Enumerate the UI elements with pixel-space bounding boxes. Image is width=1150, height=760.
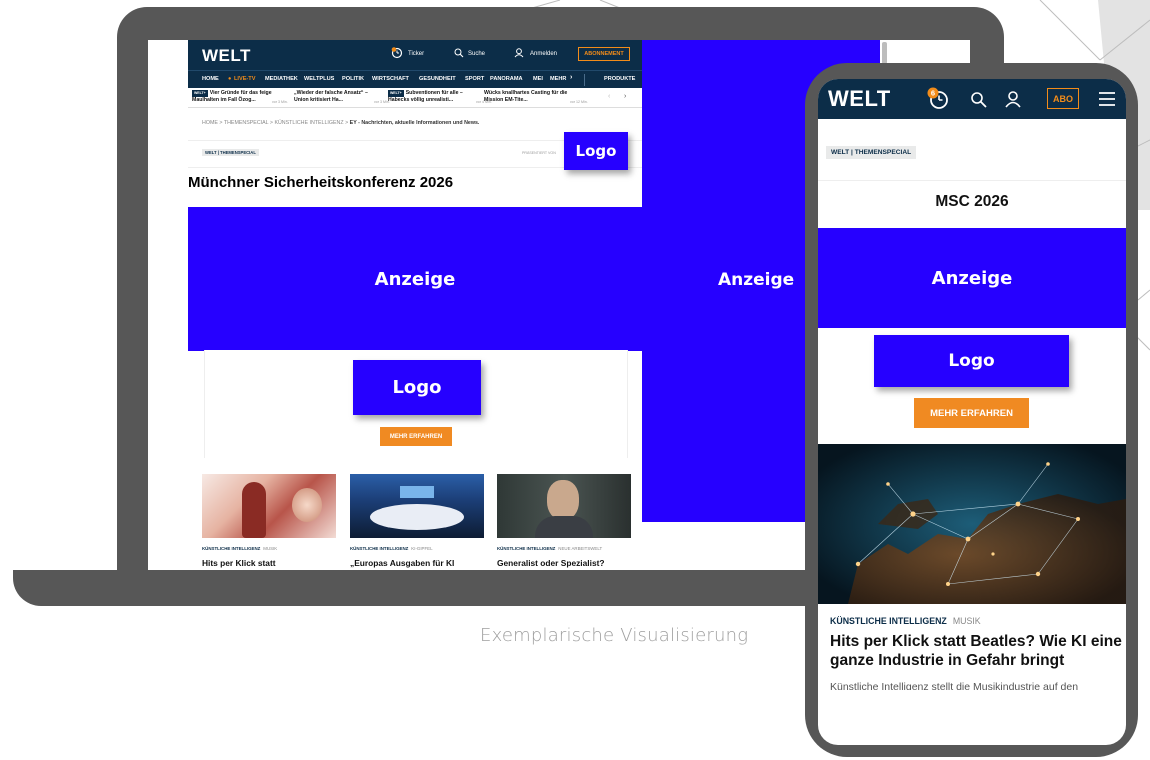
skyscraper-ad-label: Anzeige xyxy=(718,270,795,290)
nav-item-gesundheit[interactable]: GESUNDHEIT xyxy=(419,76,456,82)
themenspecial-chip: WELT | THEMENSPECIAL xyxy=(202,149,259,156)
nav-divider xyxy=(584,74,585,86)
ticker-link[interactable]: Ticker xyxy=(408,51,424,57)
card-image-music[interactable] xyxy=(202,474,336,538)
breadcrumb-current: EY - Nachrichten, aktuelle Informationen… xyxy=(349,120,480,126)
clock-icon[interactable] xyxy=(391,47,403,59)
nav-item-sport[interactable]: SPORT xyxy=(465,76,484,82)
nav-item-mehr[interactable]: MEHR xyxy=(550,76,566,82)
abo-button[interactable]: ABO xyxy=(1047,88,1079,109)
card-category[interactable]: KÜNSTLICHE INTELLIGENZ MUSIK xyxy=(202,546,277,551)
themenspecial-chip: WELT | THEMENSPECIAL xyxy=(826,146,917,159)
article-category[interactable]: KÜNSTLICHE INTELLIGENZ MUSIK xyxy=(830,616,981,626)
presented-by-label: PRÄSENTIERT VON xyxy=(522,151,556,155)
mobile-header: WELT 6 ABO xyxy=(818,79,1126,119)
clock-icon[interactable]: 6 xyxy=(926,87,950,111)
news-ticker: WELT+ Vier Gründe für das feige Maulhalte… xyxy=(188,88,642,108)
more-info-button[interactable]: MEHR ERFAHREN xyxy=(914,398,1029,428)
chevron-right-icon[interactable]: › xyxy=(624,93,626,100)
nav-item-live-tv[interactable]: LIVE-TV xyxy=(234,76,255,82)
article-image[interactable] xyxy=(818,444,1126,604)
divider xyxy=(818,180,1126,181)
promo-logo: Logo xyxy=(874,335,1069,387)
search-link[interactable]: Suche xyxy=(468,51,485,57)
page-title: Münchner Sicherheitskonferenz 2026 xyxy=(188,174,454,191)
nav-item-home[interactable]: HOME xyxy=(202,76,219,82)
card-image-portrait[interactable] xyxy=(497,474,631,538)
card-headline[interactable]: Generalist oder Spezialist? xyxy=(497,558,605,568)
notification-count: 6 xyxy=(931,89,935,98)
promo-logo: Logo xyxy=(353,360,481,415)
ticker-time: vor 3 Min. xyxy=(272,100,288,104)
more-info-button[interactable]: MEHR ERFAHREN xyxy=(380,427,452,446)
search-icon[interactable] xyxy=(454,48,464,58)
nav-item-weltplus[interactable]: WELTPLUS xyxy=(304,76,334,82)
menu-icon[interactable] xyxy=(1098,91,1116,107)
search-icon[interactable] xyxy=(970,91,988,109)
nav-item-media[interactable]: MEI xyxy=(533,76,543,82)
ticker-item[interactable]: WELT+ Subventionen für alle – Habecks völ… xyxy=(388,90,474,103)
chevron-left-icon[interactable]: ‹ xyxy=(608,93,610,100)
page-title: MSC 2026 xyxy=(935,193,1009,210)
login-link[interactable]: Anmelden xyxy=(530,51,557,57)
nav-item-politik[interactable]: POLITIK xyxy=(342,76,364,82)
user-icon[interactable] xyxy=(514,48,524,58)
nav-item-live-tv-dot: ● xyxy=(228,76,232,82)
breadcrumb-section[interactable]: THEMENSPECIAL xyxy=(224,120,269,126)
breadcrumb-topic[interactable]: KÜNSTLICHE INTELLIGENZ xyxy=(274,120,343,126)
user-icon[interactable] xyxy=(1004,90,1022,108)
stage: WELT Ticker Suche Anmelden ABONNEMENT HO… xyxy=(0,0,1150,760)
card-category[interactable]: KÜNSTLICHE INTELLIGENZ NEUE ARBEITSWELT xyxy=(497,546,602,551)
nav-item-panorama[interactable]: PANORAMA xyxy=(490,76,523,82)
ticker-time: vor 12 Min. xyxy=(570,100,588,104)
ticker-item[interactable]: „Wieder der falsche Ansatz“ – Union krit… xyxy=(294,90,376,103)
subscribe-button[interactable]: ABONNEMENT xyxy=(578,47,630,61)
scrollbar-thumb[interactable] xyxy=(882,42,887,64)
nav-item-mediathek[interactable]: MEDIATHEK xyxy=(265,76,298,82)
billboard-ad[interactable]: Anzeige xyxy=(818,228,1126,328)
card-category[interactable]: KÜNSTLICHE INTELLIGENZ KI-GIPFEL xyxy=(350,546,433,551)
site-header: WELT Ticker Suche Anmelden ABONNEMENT xyxy=(188,40,642,70)
breadcrumb-home[interactable]: HOME xyxy=(202,120,218,126)
phone-screen: WELT 6 ABO WELT | THEMENSPECIAL MSC 2026… xyxy=(818,79,1126,745)
breadcrumb: HOME > THEMENSPECIAL > KÜNSTLICHE INTELL… xyxy=(202,120,480,126)
nav-item-wirtschaft[interactable]: WIRTSCHAFT xyxy=(372,76,409,82)
billboard-ad[interactable]: Anzeige xyxy=(188,207,642,351)
card-headline[interactable]: Hits per Klick statt xyxy=(202,558,276,568)
card-image-summit[interactable] xyxy=(350,474,484,538)
ticker-item[interactable]: Wücks knallhartes Casting für die Missio… xyxy=(484,90,570,103)
card-headline[interactable]: „Europas Ausgaben für KI xyxy=(350,558,454,568)
article-headline[interactable]: Hits per Klick statt Beatles? Wie KI ein… xyxy=(830,632,1126,670)
article-teaser: Künstliche Intelligenz stellt die Musiki… xyxy=(830,681,1079,690)
caption: Exemplarische Visualisierung xyxy=(480,625,749,646)
chevron-right-icon: › xyxy=(570,74,573,81)
welt-logo[interactable]: WELT xyxy=(202,46,251,66)
nav-item-produkte[interactable]: PRODUKTE xyxy=(604,76,635,82)
ticker-item[interactable]: WELT+ Vier Gründe für das feige Maulhalte… xyxy=(192,90,280,103)
sponsor-logo: Logo xyxy=(564,132,628,170)
main-navigation: HOME ● LIVE-TV MEDIATHEK WELTPLUS POLITI… xyxy=(188,70,642,88)
welt-logo[interactable]: WELT xyxy=(828,86,891,112)
